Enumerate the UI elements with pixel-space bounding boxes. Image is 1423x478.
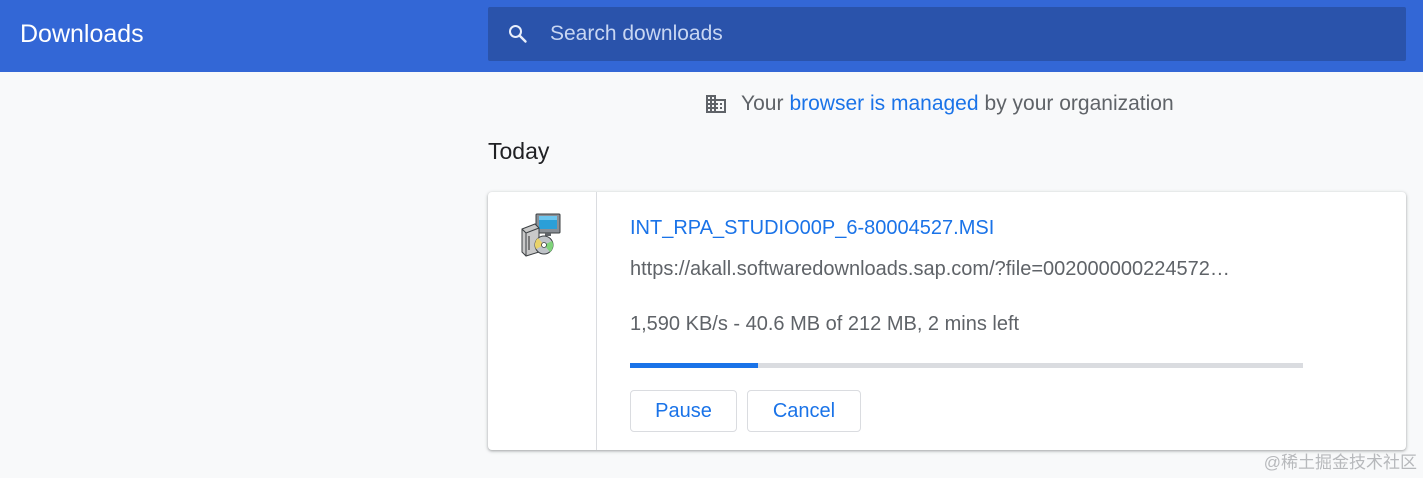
file-icon-column: [488, 192, 597, 450]
building-icon: [706, 95, 726, 113]
watermark: @稀土掘金技术社区: [1263, 453, 1417, 472]
date-heading: Today: [488, 138, 550, 164]
pause-button[interactable]: Pause: [630, 390, 737, 432]
cancel-button[interactable]: Cancel: [747, 390, 861, 432]
search-input[interactable]: [550, 7, 1390, 61]
page-title: Downloads: [20, 20, 144, 48]
browser-managed-link[interactable]: browser is managed: [789, 92, 978, 116]
file-url[interactable]: https://akall.softwaredownloads.sap.com/…: [630, 258, 1300, 281]
search-icon[interactable]: [506, 22, 530, 46]
managed-notice-suffix: by your organization: [984, 92, 1174, 115]
search-box[interactable]: [488, 7, 1406, 61]
managed-notice-prefix: Your: [741, 92, 784, 115]
file-name-link[interactable]: INT_RPA_STUDIO00P_6-80004527.MSI: [630, 217, 994, 240]
download-status: 1,590 KB/s - 40.6 MB of 212 MB, 2 mins l…: [630, 313, 1020, 335]
toolbar: Downloads: [0, 0, 1423, 72]
managed-notice: Your browser is managed by your organiza…: [704, 89, 1174, 119]
download-progress-fill: [630, 363, 758, 368]
download-progress-bar: [630, 363, 1303, 368]
installer-file-icon: [521, 213, 561, 257]
download-item: INT_RPA_STUDIO00P_6-80004527.MSI https:/…: [488, 192, 1406, 450]
